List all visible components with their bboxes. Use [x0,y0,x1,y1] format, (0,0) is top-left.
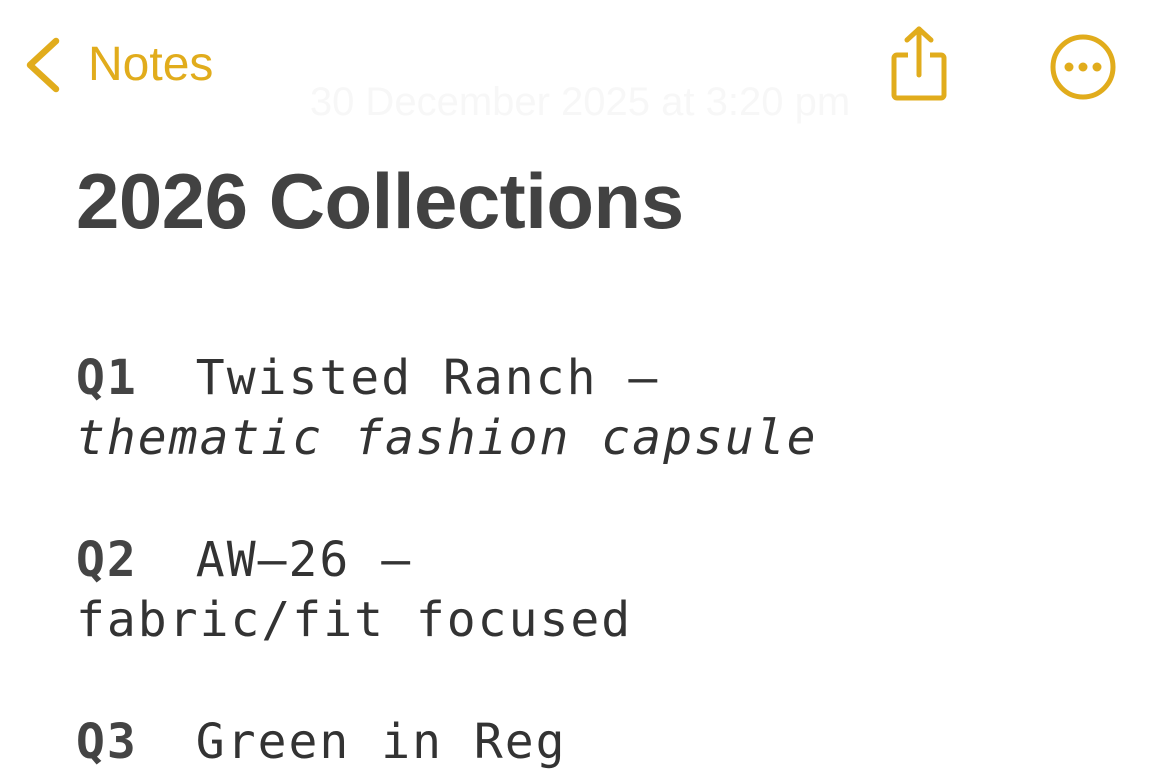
entry-name: AW–26 – [195,532,413,588]
note-date: 30 December 2025 at 3:20 pm [309,80,851,124]
note-entry-q1[interactable]: Q1 Twisted Ranch – thematic fashion capsu… [76,348,818,468]
entry-description: fabric/fit focused [76,592,633,648]
entry-description: thematic fashion capsule [76,410,818,466]
more-icon [1050,34,1116,100]
more-button[interactable] [1048,32,1118,102]
share-icon [891,26,947,101]
note-entry-q3[interactable]: Q3 Green in Reg [76,712,567,772]
navigation-bar: Notes 30 December 2025 at 3:20 pm [0,0,1170,140]
entry-quarter: Q1 [76,350,138,406]
entry-name: Twisted Ranch – [195,350,660,406]
note-entry-q2[interactable]: Q2 AW–26 – fabric/fit focused [76,530,632,650]
note-title[interactable]: 2026 Collections [76,162,684,240]
entry-name: Green in Reg [195,714,567,770]
entry-quarter: Q2 [76,532,138,588]
share-button[interactable] [887,25,951,103]
entry-quarter: Q3 [76,714,138,770]
